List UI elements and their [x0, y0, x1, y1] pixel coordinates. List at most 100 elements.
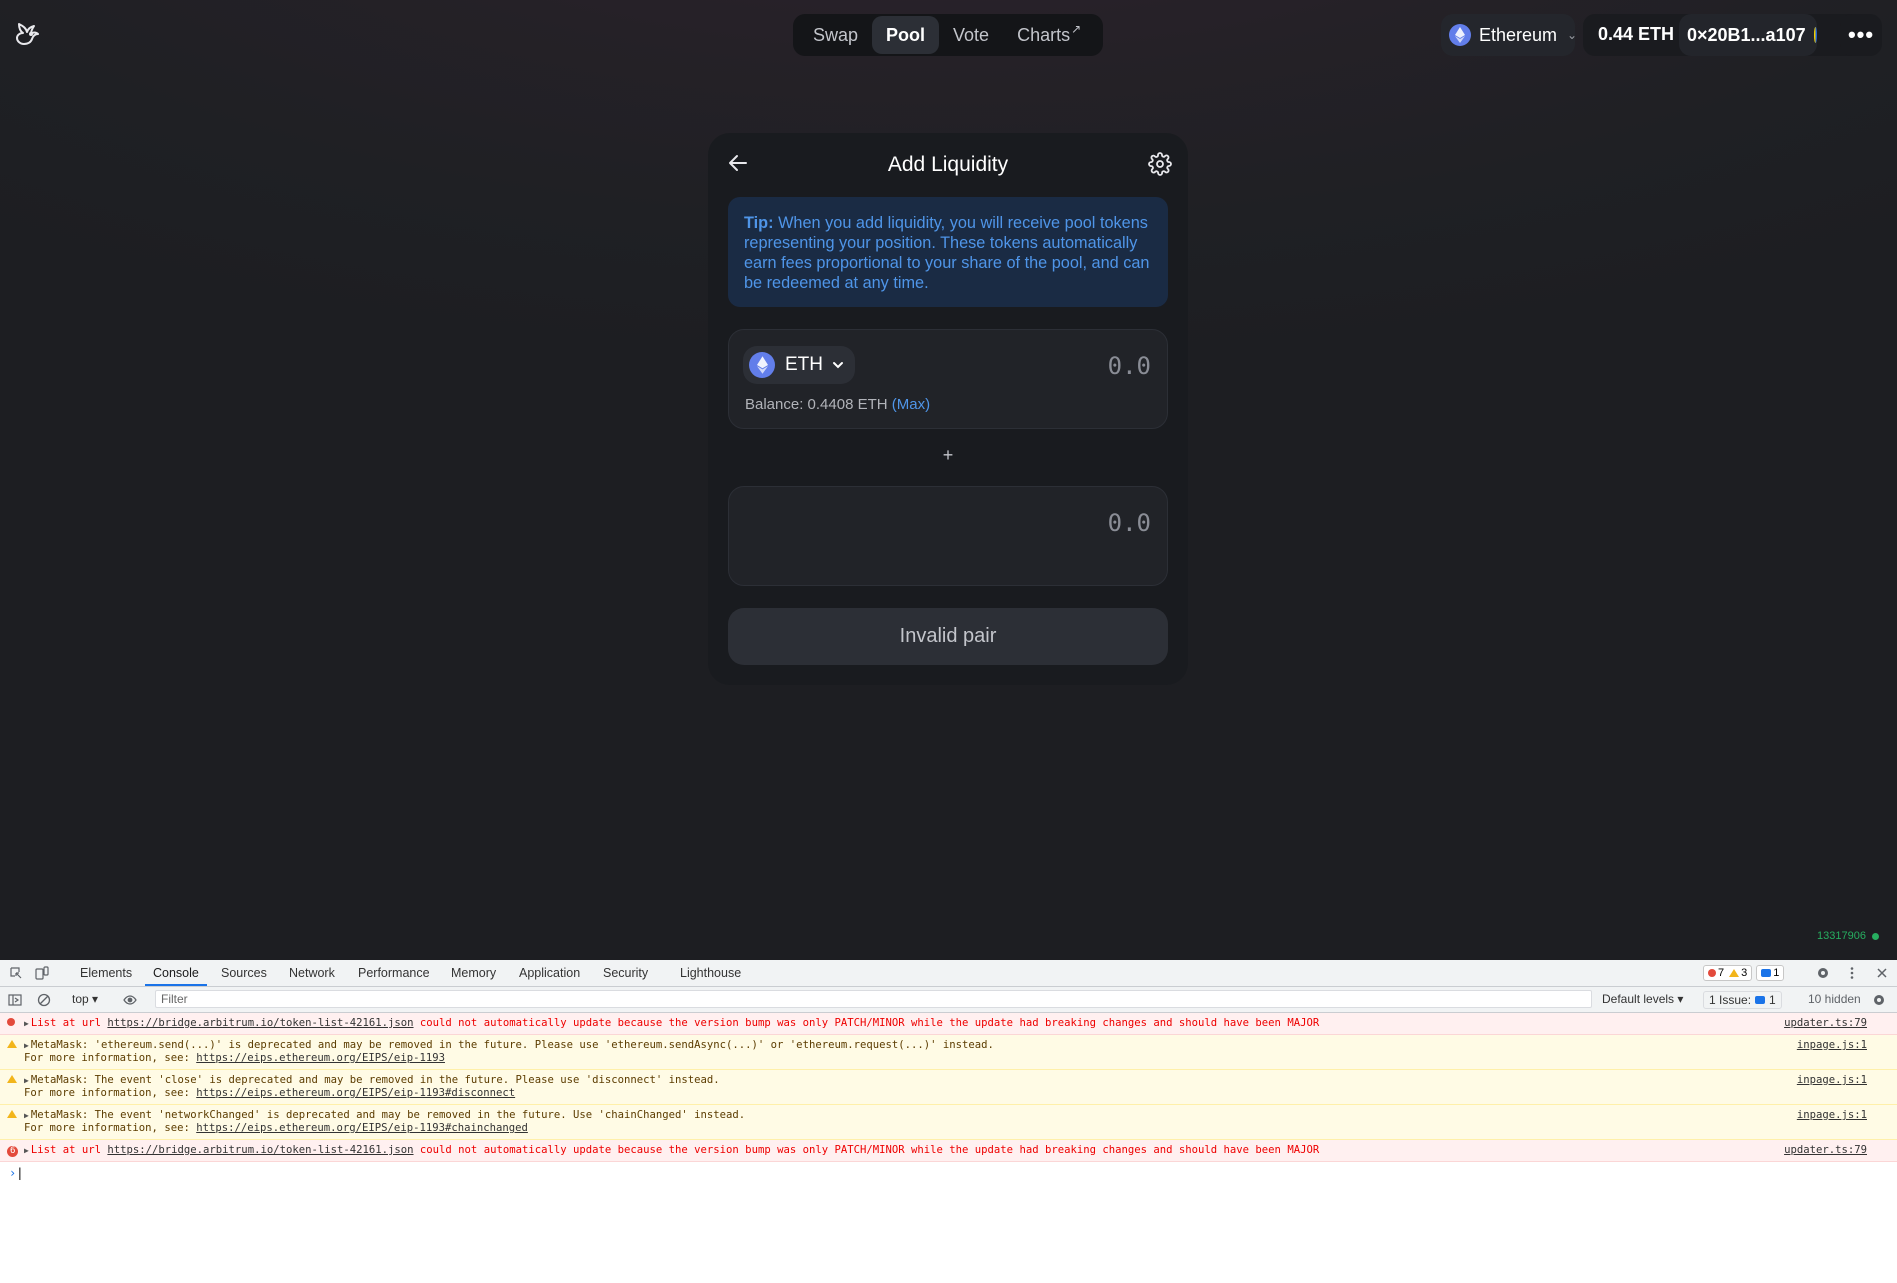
expand-icon[interactable]: ▶: [24, 1146, 29, 1155]
tab-network[interactable]: Network: [281, 960, 343, 986]
message-text: For more information, see:: [24, 1122, 197, 1134]
filter-input[interactable]: Filter: [155, 990, 1592, 1008]
hidden-count: 10 hidden: [1808, 992, 1861, 1006]
app-viewport: Swap Pool Vote Charts ↗ Ethereum ⌄ 0.44 E…: [0, 0, 1897, 960]
token-a-balance: Balance: 0.4408 ETH (Max): [745, 396, 930, 413]
message-text: List at url: [30, 1017, 108, 1029]
message-link[interactable]: https://eips.ethereum.org/EIPS/eip-1193#…: [196, 1122, 528, 1134]
warning-count: 3: [1741, 967, 1748, 979]
console-row-error[interactable]: 6 ▶ List at url https://bridge.arbitrum.i…: [0, 1140, 1897, 1162]
tab-console[interactable]: Console: [145, 960, 207, 986]
device-toolbar-icon[interactable]: [35, 966, 49, 980]
message-text: List at url: [30, 1144, 108, 1156]
console-row-warning[interactable]: ▶ MetaMask: The event 'close' is deprecat…: [0, 1070, 1897, 1105]
message-text: could not automatically update because t…: [413, 1144, 1320, 1156]
expand-icon[interactable]: ▶: [24, 1041, 29, 1050]
message-text: MetaMask: 'ethereum.send(...)' is deprec…: [30, 1039, 994, 1051]
nav-charts[interactable]: Charts ↗: [1003, 16, 1095, 54]
error-icon: [1708, 969, 1716, 977]
kebab-menu-icon[interactable]: [1845, 966, 1859, 980]
avatar: [1813, 27, 1817, 43]
log-levels-dropdown[interactable]: Default levels ▾: [1602, 992, 1683, 1006]
repeat-count-badge: 6: [7, 1144, 19, 1157]
message-icon: [1755, 996, 1766, 1004]
tab-lighthouse[interactable]: Lighthouse: [672, 960, 749, 986]
clear-console-icon[interactable]: [37, 993, 51, 1007]
inspect-element-icon[interactable]: [9, 966, 23, 980]
nav-vote[interactable]: Vote: [939, 16, 1003, 54]
error-count-badge[interactable]: 7 3: [1703, 965, 1753, 981]
tip-label: Tip:: [744, 214, 774, 232]
invalid-pair-button[interactable]: Invalid pair: [728, 608, 1168, 665]
message-count: 1: [1773, 967, 1780, 979]
sidebar-toggle-icon[interactable]: [8, 993, 22, 1007]
tip-text: When you add liquidity, you will receive…: [744, 214, 1150, 292]
expand-icon[interactable]: ▶: [24, 1111, 29, 1120]
context-selector[interactable]: top ▾: [72, 992, 98, 1006]
tab-security[interactable]: Security: [595, 960, 656, 986]
token-b-amount-input[interactable]: 0.0: [1108, 509, 1151, 537]
external-link-icon: ↗: [1071, 22, 1082, 36]
issues-badge[interactable]: 1 Issue: 1: [1703, 991, 1782, 1009]
wallet-panel: 0.44 ETH 0×20B1...a107: [1583, 14, 1873, 56]
chevron-down-icon: ⌄: [1567, 28, 1578, 42]
source-link[interactable]: inpage.js:1: [1797, 1039, 1867, 1052]
message-text: For more information, see:: [24, 1087, 197, 1099]
tab-memory[interactable]: Memory: [443, 960, 504, 986]
source-link[interactable]: updater.ts:79: [1784, 1017, 1867, 1030]
issue-counters[interactable]: 7 3 1: [1703, 965, 1785, 981]
token-a-symbol: ETH: [785, 354, 823, 375]
warning-icon: [7, 1074, 17, 1087]
expand-icon[interactable]: ▶: [24, 1019, 29, 1028]
console-row-warning[interactable]: ▶ MetaMask: 'ethereum.send(...)' is depre…: [0, 1035, 1897, 1070]
message-link[interactable]: https://bridge.arbitrum.io/token-list-42…: [107, 1017, 413, 1029]
devtools-tabbar: Elements Console Sources Network Perform…: [0, 960, 1897, 987]
nav-pool[interactable]: Pool: [872, 16, 940, 54]
console-messages: ▶ List at url https://bridge.arbitrum.io/…: [0, 1013, 1897, 1180]
balance-label: Balance: 0.4408 ETH: [745, 396, 888, 413]
eth-token-icon: [749, 352, 775, 378]
token-a-select-button[interactable]: ETH: [743, 346, 855, 384]
account-button[interactable]: 0×20B1...a107: [1679, 14, 1817, 56]
issues-label: 1 Issue:: [1709, 993, 1752, 1007]
warning-icon: [7, 1109, 17, 1122]
nav-swap[interactable]: Swap: [799, 16, 872, 54]
close-icon[interactable]: [1875, 966, 1889, 980]
message-text: MetaMask: The event 'networkChanged' is …: [30, 1109, 746, 1121]
network-name: Ethereum: [1479, 24, 1558, 45]
plus-icon: +: [942, 445, 954, 465]
eye-icon[interactable]: [123, 993, 137, 1007]
expand-icon[interactable]: ▶: [24, 1076, 29, 1085]
devtools-panel: Elements Console Sources Network Perform…: [0, 960, 1897, 1283]
message-link[interactable]: https://bridge.arbitrum.io/token-list-42…: [107, 1144, 413, 1156]
gear-icon[interactable]: [1148, 152, 1172, 176]
issues-count: 1: [1769, 993, 1776, 1007]
token-a-input-panel: ETH 0.0 Balance: 0.4408 ETH (Max): [728, 329, 1168, 429]
gear-icon[interactable]: [1816, 966, 1830, 980]
console-prompt[interactable]: ›|: [0, 1162, 1897, 1180]
tab-application[interactable]: Application: [511, 960, 588, 986]
main-nav: Swap Pool Vote Charts ↗: [793, 14, 1103, 56]
console-row-warning[interactable]: ▶ MetaMask: The event 'networkChanged' is…: [0, 1105, 1897, 1140]
max-button[interactable]: (Max): [892, 396, 930, 413]
uniswap-logo-icon[interactable]: [14, 20, 42, 48]
block-number[interactable]: 13317906: [1817, 930, 1866, 942]
add-liquidity-card: Add Liquidity Tip: When you add liquidit…: [708, 133, 1188, 685]
tab-elements[interactable]: Elements: [72, 960, 140, 986]
chevron-down-icon: [833, 362, 843, 369]
gear-icon[interactable]: [1872, 993, 1886, 1007]
source-link[interactable]: inpage.js:1: [1797, 1074, 1867, 1087]
tab-sources[interactable]: Sources: [213, 960, 275, 986]
tab-performance[interactable]: Performance: [350, 960, 438, 986]
source-link[interactable]: updater.ts:79: [1784, 1144, 1867, 1157]
message-link[interactable]: https://eips.ethereum.org/EIPS/eip-1193#…: [196, 1087, 515, 1099]
more-menu-button[interactable]: •••: [1840, 14, 1882, 56]
token-a-amount-input[interactable]: 0.0: [1108, 352, 1151, 380]
console-row-error[interactable]: ▶ List at url https://bridge.arbitrum.io/…: [0, 1013, 1897, 1035]
source-link[interactable]: inpage.js:1: [1797, 1109, 1867, 1122]
console-toolbar: top ▾ Filter Default levels ▾ 1 Issue: 1…: [0, 987, 1897, 1013]
message-icon: [1761, 969, 1772, 977]
message-count-badge[interactable]: 1: [1756, 965, 1785, 981]
message-link[interactable]: https://eips.ethereum.org/EIPS/eip-1193: [196, 1052, 445, 1064]
network-selector-button[interactable]: Ethereum ⌄: [1441, 14, 1578, 56]
